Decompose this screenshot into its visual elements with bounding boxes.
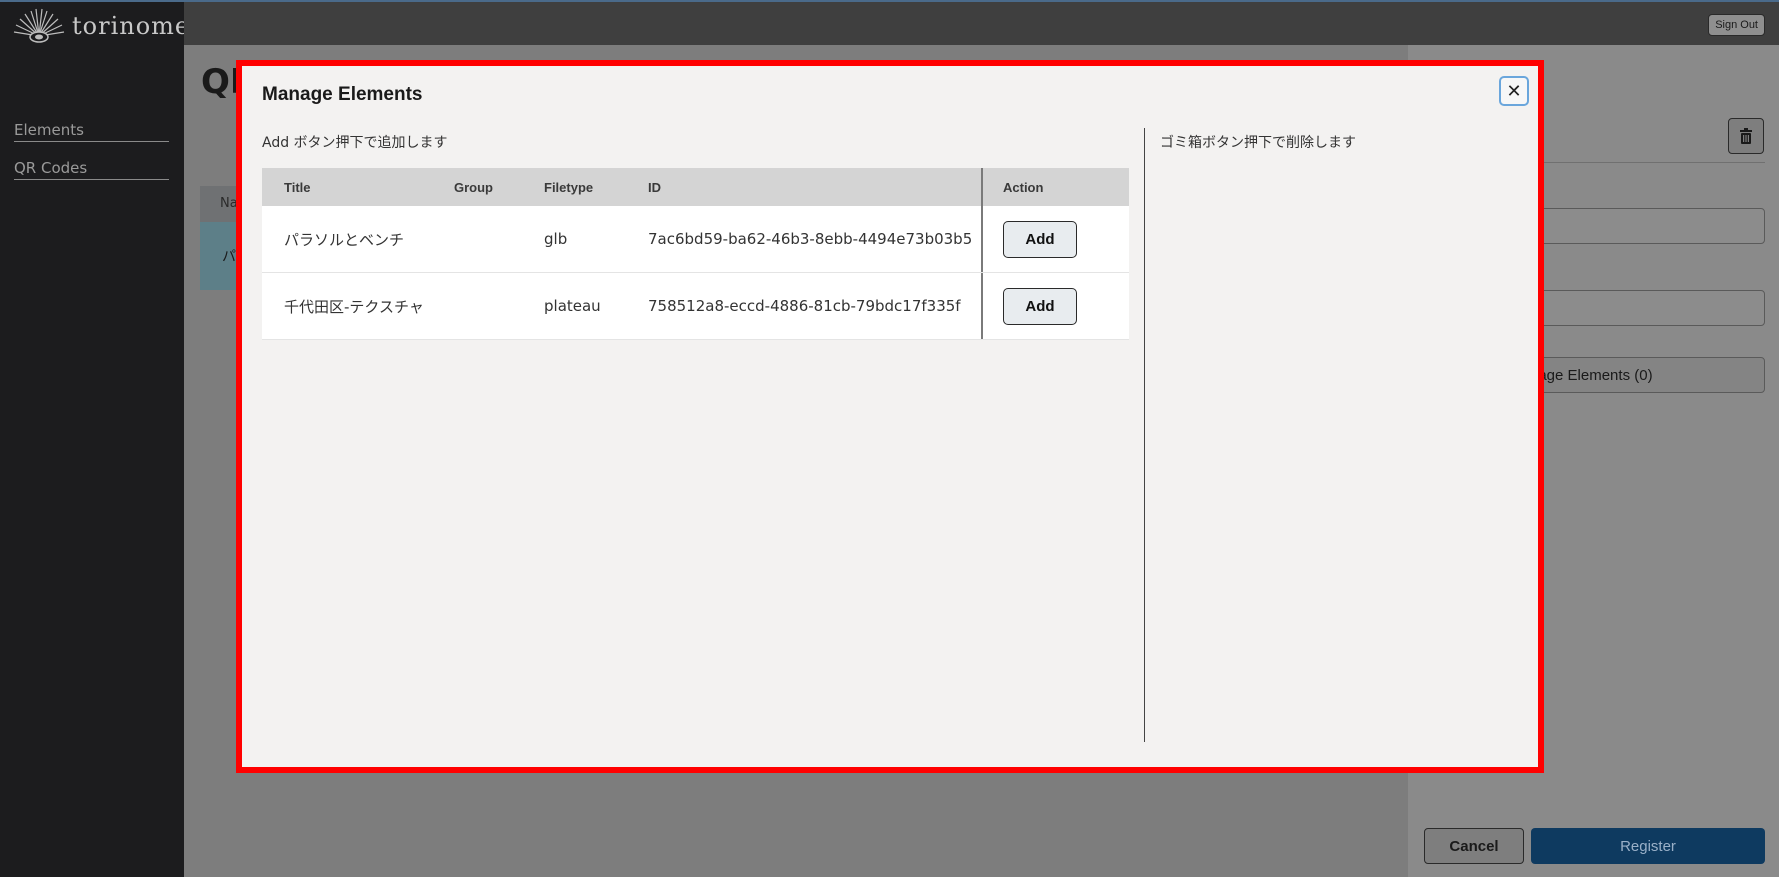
modal-title: Manage Elements (262, 84, 423, 105)
column-header-action: Action (981, 168, 1129, 206)
column-header-title: Title (284, 179, 311, 195)
table-header: Title Group Filetype ID Action (262, 168, 1129, 206)
logo-icon (13, 8, 65, 43)
table-row: 千代田区-テクスチャ plateau 758512a8-eccd-4886-81… (262, 273, 1129, 340)
table-row: パラソルとベンチ glb 7ac6bd59-ba62-46b3-8ebb-449… (262, 206, 1129, 273)
row-action-cell: Add (981, 273, 1129, 339)
row-id: 7ac6bd59-ba62-46b3-8ebb-4494e73b03b5 (648, 230, 973, 248)
sign-out-button[interactable]: Sign Out (1708, 14, 1765, 36)
column-header-id: ID (648, 179, 661, 195)
row-action-cell: Add (981, 206, 1129, 272)
column-header-group: Group (454, 179, 493, 195)
modal-column-divider (1144, 128, 1145, 742)
row-title: パラソルとベンチ (284, 230, 405, 249)
delete-instructions: ゴミ箱ボタン押下で削除します (1160, 135, 1356, 151)
cancel-button[interactable]: Cancel (1424, 828, 1524, 864)
manage-elements-modal: Manage Elements ✕ Add ボタン押下で追加します ゴミ箱ボタン… (236, 60, 1544, 773)
sidebar-item-elements[interactable]: Elements (14, 121, 169, 142)
sidebar-item-qr-codes[interactable]: QR Codes (14, 159, 169, 180)
register-button[interactable]: Register (1531, 828, 1765, 864)
row-filetype: glb (544, 230, 568, 248)
logo-text: torinome (72, 12, 191, 40)
trash-icon (1740, 128, 1752, 144)
add-button[interactable]: Add (1003, 220, 1077, 258)
row-filetype: plateau (544, 297, 601, 315)
row-title: 千代田区-テクスチャ (284, 297, 424, 316)
manage-elements-label: nage Elements (0) (1530, 367, 1653, 384)
delete-button[interactable] (1728, 118, 1764, 154)
add-button[interactable]: Add (1003, 287, 1077, 325)
background-table-cell: パ (222, 249, 236, 265)
sidebar: torinome Elements QR Codes (0, 0, 1779, 877)
close-button[interactable]: ✕ (1499, 76, 1529, 106)
close-icon: ✕ (1506, 80, 1522, 102)
column-header-filetype: Filetype (544, 179, 594, 195)
app-logo[interactable]: torinome (12, 8, 190, 44)
row-id: 758512a8-eccd-4886-81cb-79bdc17f335f (648, 297, 961, 315)
elements-table: Title Group Filetype ID Action パラソルとベンチ … (262, 168, 1129, 340)
top-bar: Sign Out (184, 2, 1779, 45)
add-instructions: Add ボタン押下で追加します (262, 135, 448, 151)
